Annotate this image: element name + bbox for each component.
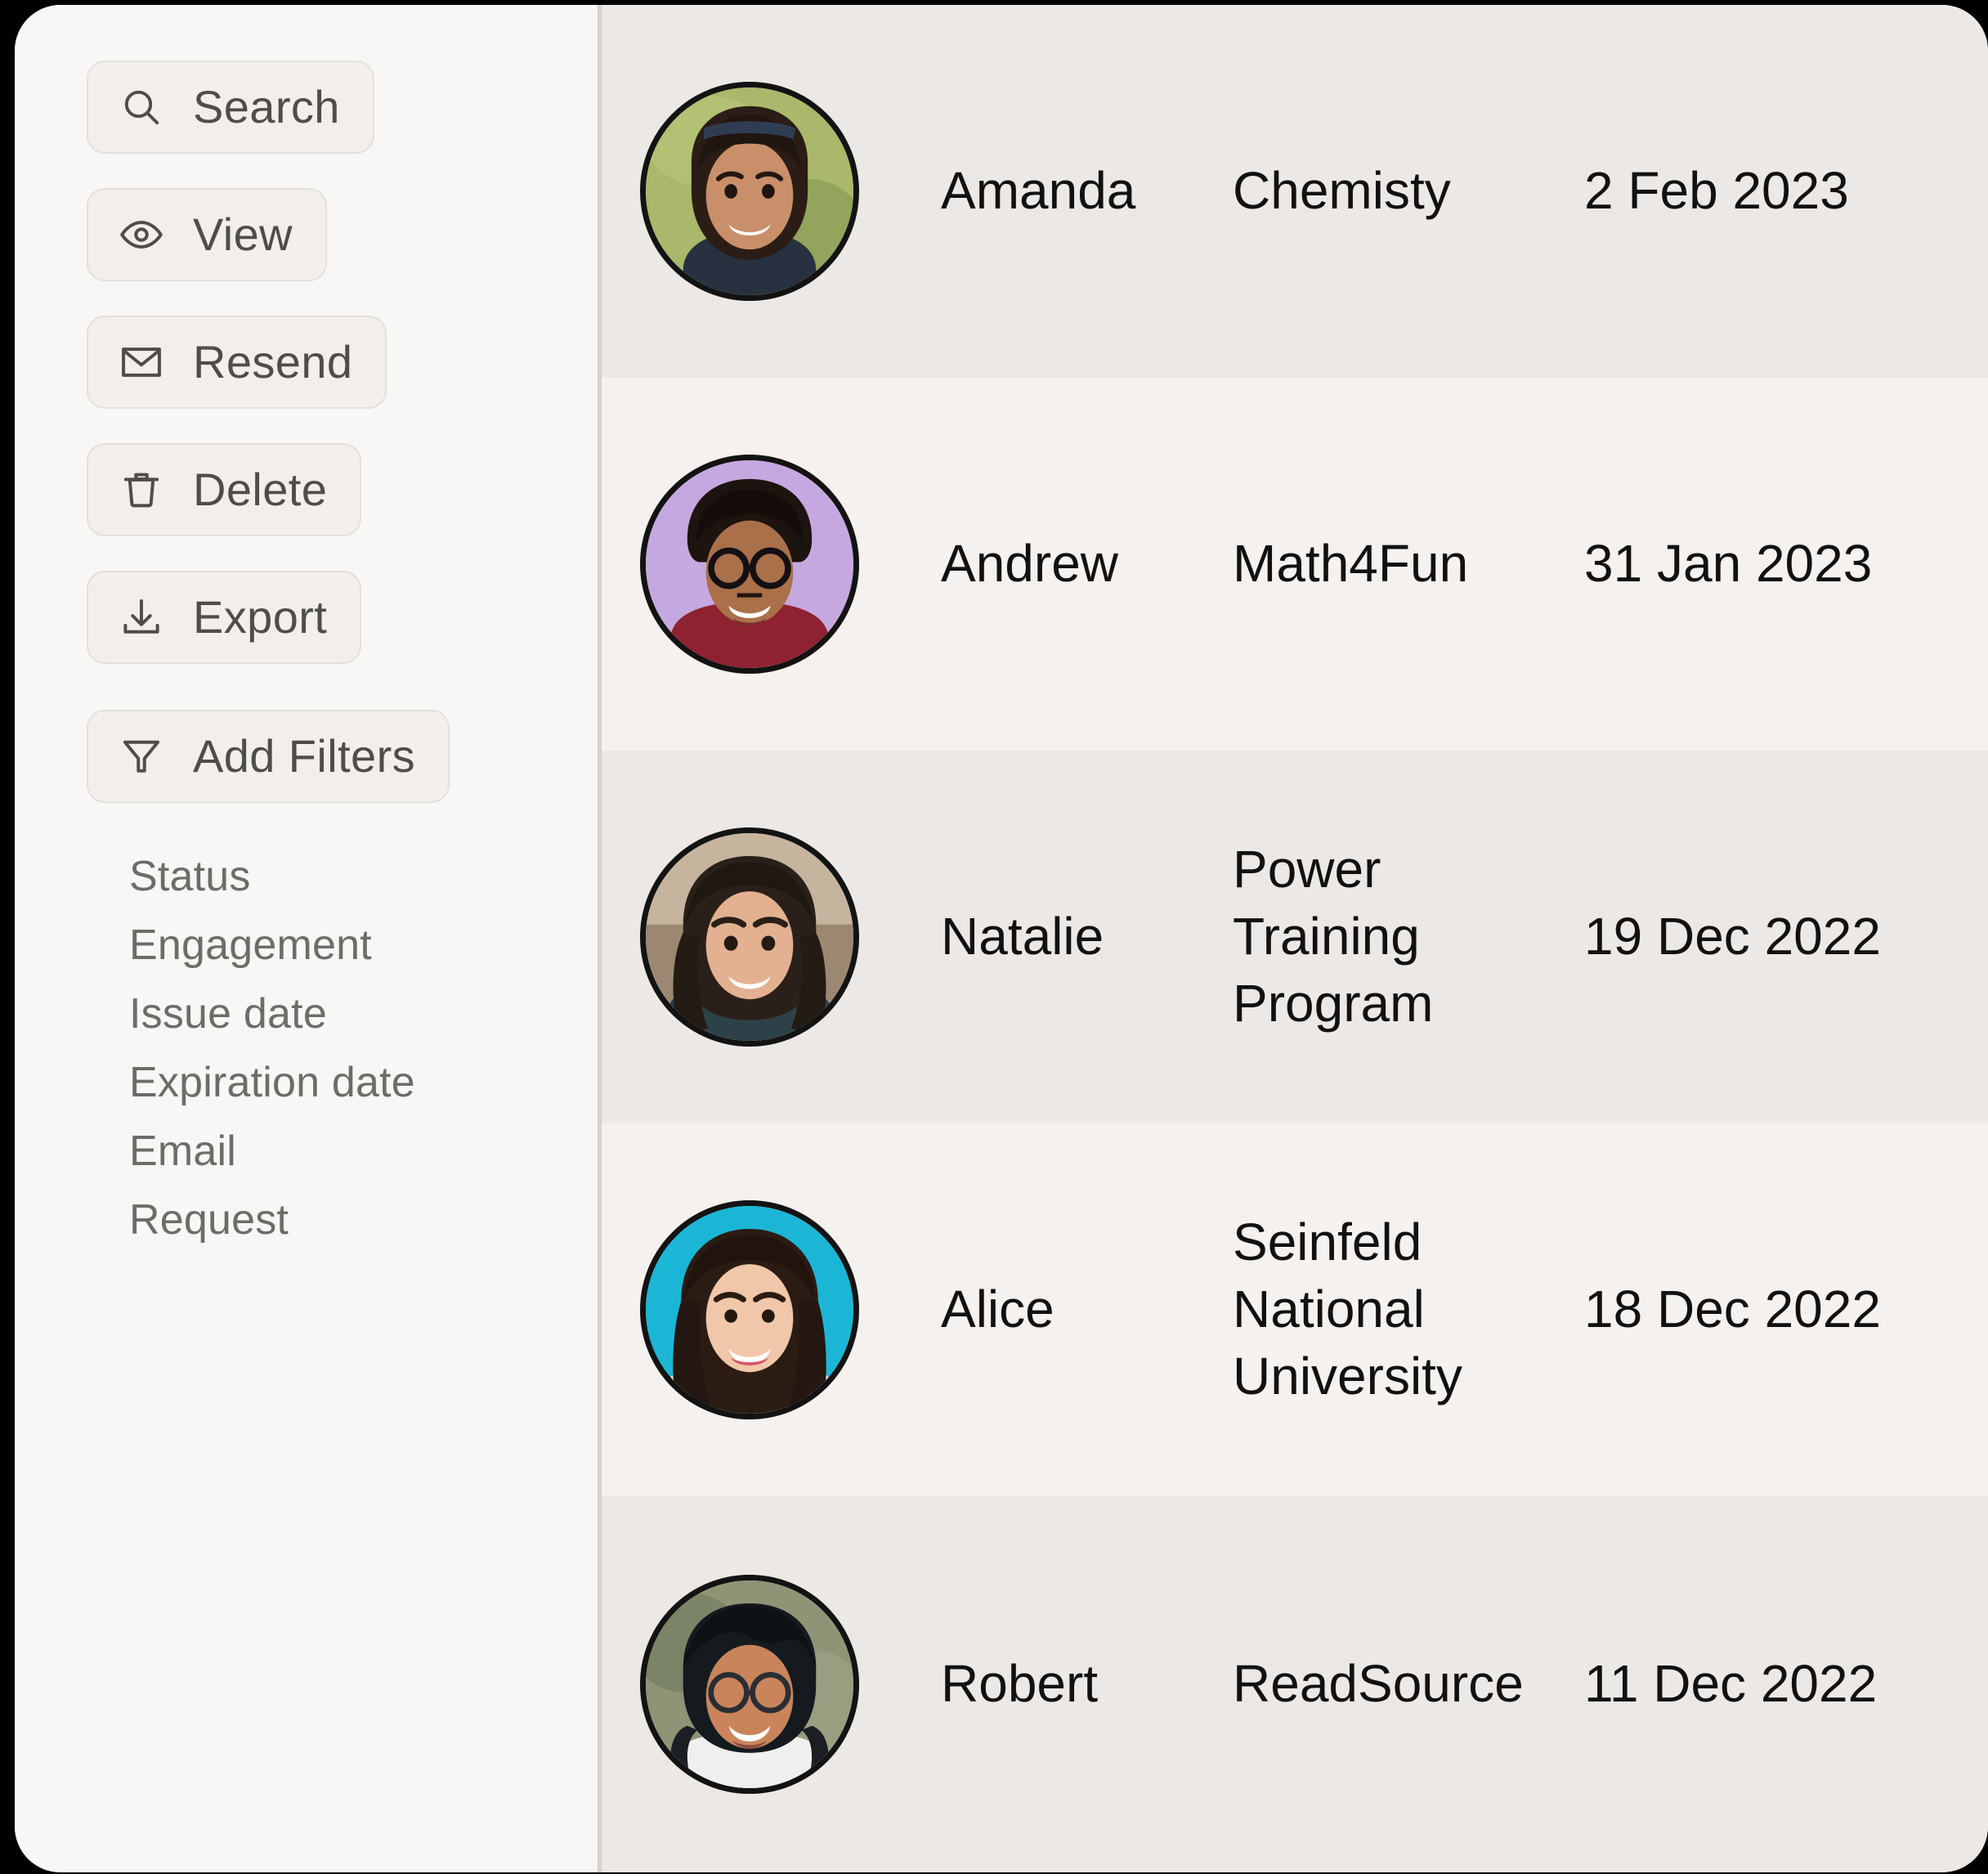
search-icon — [118, 83, 165, 131]
avatar-robert — [640, 1575, 859, 1794]
export-button-label: Export — [193, 594, 327, 640]
table-cell-date: 19 Dec 2022 — [1584, 908, 1988, 966]
avatar-natalie — [640, 827, 859, 1047]
search-button[interactable]: Search — [87, 61, 374, 154]
filter-list: Status Engagement Issue date Expiration … — [129, 842, 598, 1254]
table-cell-name: Alice — [941, 1280, 1233, 1339]
table-row[interactable]: Amanda Chemisty 2 Feb 2023 — [602, 5, 1988, 378]
resend-button-label: Resend — [193, 339, 352, 385]
avatar-amanda — [640, 82, 859, 301]
delete-button-label: Delete — [193, 467, 327, 513]
table-row[interactable]: Natalie Power Training Program 19 Dec 20… — [602, 751, 1988, 1123]
table-cell-course: Math4Fun — [1233, 531, 1584, 598]
delete-button[interactable]: Delete — [87, 443, 361, 536]
table-row[interactable]: Andrew Math4Fun 31 Jan 2023 — [602, 378, 1988, 751]
add-filters-button-label: Add Filters — [193, 733, 415, 779]
download-icon — [118, 594, 165, 641]
filter-item-request[interactable]: Request — [129, 1186, 289, 1254]
recipients-table: Amanda Chemisty 2 Feb 2023 — [602, 5, 1988, 1872]
table-cell-date: 18 Dec 2022 — [1584, 1280, 1988, 1339]
table-cell-avatar — [640, 1200, 941, 1419]
table-cell-date: 11 Dec 2022 — [1584, 1655, 1988, 1714]
app-card: Search View Resend — [15, 5, 1988, 1872]
filter-item-issue-date[interactable]: Issue date — [129, 980, 327, 1048]
filter-item-expiration-date[interactable]: Expiration date — [129, 1048, 415, 1117]
export-button[interactable]: Export — [87, 571, 361, 664]
add-filters-button[interactable]: Add Filters — [87, 710, 450, 803]
table-cell-name: Andrew — [941, 535, 1233, 594]
table-cell-avatar — [640, 455, 941, 674]
table-row[interactable]: Robert ReadSource 11 Dec 2022 — [602, 1496, 1988, 1872]
table-cell-course: Power Training Program — [1233, 836, 1584, 1038]
avatar-andrew — [640, 455, 859, 674]
filter-item-engagement[interactable]: Engagement — [129, 911, 372, 980]
trash-icon — [118, 466, 165, 513]
table-cell-name: Robert — [941, 1655, 1233, 1714]
search-button-label: Search — [193, 84, 340, 130]
table-cell-date: 2 Feb 2023 — [1584, 162, 1988, 221]
table-cell-name: Natalie — [941, 908, 1233, 966]
resend-button[interactable]: Resend — [87, 316, 387, 409]
sidebar: Search View Resend — [15, 5, 602, 1872]
filter-item-email[interactable]: Email — [129, 1117, 236, 1186]
eye-icon — [118, 211, 165, 258]
table-cell-avatar — [640, 1575, 941, 1794]
table-cell-course: Chemisty — [1233, 158, 1584, 225]
filter-item-status[interactable]: Status — [129, 842, 251, 911]
avatar-alice — [640, 1200, 859, 1419]
filter-funnel-icon — [118, 733, 165, 780]
view-button[interactable]: View — [87, 188, 327, 281]
table-row[interactable]: Alice Seinfeld National University 18 De… — [602, 1123, 1988, 1496]
envelope-icon — [118, 338, 165, 386]
table-cell-name: Amanda — [941, 162, 1233, 221]
table-cell-course: ReadSource — [1233, 1651, 1584, 1718]
table-cell-avatar — [640, 827, 941, 1047]
table-cell-course: Seinfeld National University — [1233, 1209, 1584, 1410]
table-cell-avatar — [640, 82, 941, 301]
table-cell-date: 31 Jan 2023 — [1584, 535, 1988, 594]
view-button-label: View — [193, 212, 293, 258]
